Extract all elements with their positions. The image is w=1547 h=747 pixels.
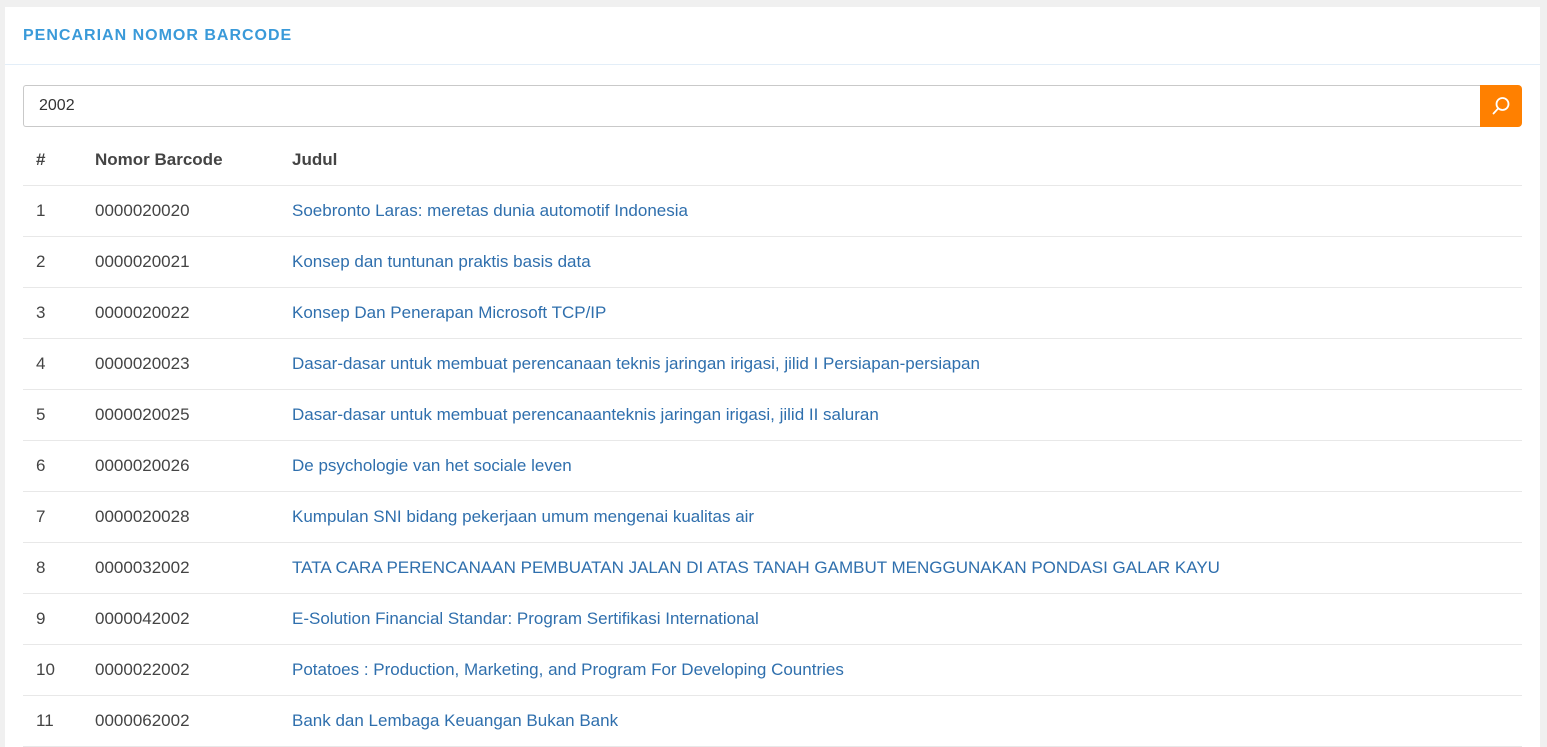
row-number: 10 (23, 644, 95, 696)
book-title-link[interactable]: Bank dan Lembaga Keuangan Bukan Bank (292, 711, 618, 730)
row-number: 8 (23, 542, 95, 594)
search-input[interactable] (23, 85, 1480, 127)
table-row: 4 0000020023 Dasar-dasar untuk membuat per… (23, 338, 1522, 390)
row-barcode: 0000020025 (95, 389, 292, 441)
row-number: 5 (23, 389, 95, 441)
header-barcode: Nomor Barcode (95, 134, 292, 186)
row-barcode: 0000022002 (95, 644, 292, 696)
table-row: 6 0000020026 De psychologie van het social… (23, 440, 1522, 492)
row-title-cell: Soebronto Laras: meretas dunia automotif… (292, 185, 1522, 237)
row-number: 6 (23, 440, 95, 492)
row-title-cell: Potatoes : Production, Marketing, and Pr… (292, 644, 1522, 696)
row-number: 9 (23, 593, 95, 645)
row-number: 1 (23, 185, 95, 237)
row-barcode: 0000020026 (95, 440, 292, 492)
row-barcode: 0000020021 (95, 236, 292, 288)
row-barcode: 0000042002 (95, 593, 292, 645)
row-title-cell: De psychologie van het sociale leven (292, 440, 1522, 492)
book-title-link[interactable]: Potatoes : Production, Marketing, and Pr… (292, 660, 844, 679)
row-barcode: 0000032002 (95, 542, 292, 594)
row-number: 3 (23, 287, 95, 339)
results-table: # Nomor Barcode Judul 1 0000020020 Soebron… (23, 134, 1522, 747)
row-number: 4 (23, 338, 95, 390)
row-barcode: 0000020020 (95, 185, 292, 237)
book-title-link[interactable]: Konsep dan tuntunan praktis basis data (292, 252, 591, 271)
table-row: 7 0000020028 Kumpulan SNI bidang pekerjaan… (23, 491, 1522, 543)
panel-header: PENCARIAN NOMOR BARCODE (5, 7, 1540, 65)
table-row: 8 0000032002 TATA CARA PERENCANAAN PEMBUAT… (23, 542, 1522, 594)
book-title-link[interactable]: Dasar-dasar untuk membuat perencanaan te… (292, 354, 980, 373)
book-title-link[interactable]: De psychologie van het sociale leven (292, 456, 572, 475)
row-title-cell: Bank dan Lembaga Keuangan Bukan Bank (292, 695, 1522, 747)
table-row: 11 0000062002 Bank dan Lembaga Keuangan Bu… (23, 695, 1522, 747)
book-title-link[interactable]: E-Solution Financial Standar: Program Se… (292, 609, 759, 628)
search-bar (23, 85, 1522, 127)
book-title-link[interactable]: Konsep Dan Penerapan Microsoft TCP/IP (292, 303, 606, 322)
header-num: # (23, 134, 95, 186)
row-number: 2 (23, 236, 95, 288)
table-row: 10 0000022002 Potatoes : Production, Marke… (23, 644, 1522, 696)
row-barcode: 0000062002 (95, 695, 292, 747)
book-title-link[interactable]: TATA CARA PERENCANAAN PEMBUATAN JALAN DI… (292, 558, 1220, 577)
search-button[interactable] (1480, 85, 1522, 127)
row-title-cell: Konsep dan tuntunan praktis basis data (292, 236, 1522, 288)
table-row: 3 0000020022 Konsep Dan Penerapan Microsof… (23, 287, 1522, 339)
book-title-link[interactable]: Dasar-dasar untuk membuat perencanaantek… (292, 405, 879, 424)
table-row: 2 0000020021 Konsep dan tuntunan praktis b… (23, 236, 1522, 288)
row-title-cell: Dasar-dasar untuk membuat perencanaan te… (292, 338, 1522, 390)
panel-title: PENCARIAN NOMOR BARCODE (23, 26, 293, 44)
table-row: 1 0000020020 Soebronto Laras: meretas duni… (23, 185, 1522, 237)
row-barcode: 0000020022 (95, 287, 292, 339)
row-barcode: 0000020028 (95, 491, 292, 543)
book-title-link[interactable]: Kumpulan SNI bidang pekerjaan umum menge… (292, 507, 754, 526)
row-number: 11 (23, 695, 95, 747)
search-icon (1491, 96, 1511, 116)
row-title-cell: Konsep Dan Penerapan Microsoft TCP/IP (292, 287, 1522, 339)
table-row: 5 0000020025 Dasar-dasar untuk membuat per… (23, 389, 1522, 441)
table-row: 9 0000042002 E-Solution Financial Standar:… (23, 593, 1522, 645)
table-body: 1 0000020020 Soebronto Laras: meretas duni… (23, 185, 1522, 747)
header-title: Judul (292, 134, 1522, 186)
row-barcode: 0000020023 (95, 338, 292, 390)
row-title-cell: Dasar-dasar untuk membuat perencanaantek… (292, 389, 1522, 441)
row-title-cell: Kumpulan SNI bidang pekerjaan umum menge… (292, 491, 1522, 543)
book-title-link[interactable]: Soebronto Laras: meretas dunia automotif… (292, 201, 688, 220)
row-title-cell: E-Solution Financial Standar: Program Se… (292, 593, 1522, 645)
row-number: 7 (23, 491, 95, 543)
row-title-cell: TATA CARA PERENCANAAN PEMBUATAN JALAN DI… (292, 542, 1522, 594)
table-header-row: # Nomor Barcode Judul (23, 134, 1522, 186)
barcode-search-panel: PENCARIAN NOMOR BARCODE # Nomor Barcode … (5, 7, 1540, 747)
